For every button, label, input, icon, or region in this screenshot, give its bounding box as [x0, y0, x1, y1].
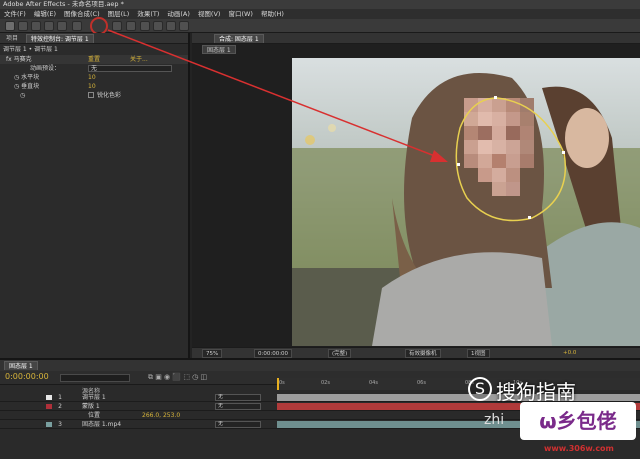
- playhead[interactable]: [277, 378, 279, 390]
- layer-mode-select[interactable]: 无: [215, 394, 261, 401]
- layer-color-label: [46, 404, 52, 409]
- layer-mode-select[interactable]: 无: [215, 421, 261, 428]
- timecode[interactable]: 0:00:00:00: [254, 349, 293, 358]
- layer-number: 1: [58, 394, 62, 401]
- layer-mode-select[interactable]: 无: [215, 403, 261, 410]
- tab-timeline[interactable]: 固态层 1: [4, 361, 38, 370]
- layer-number: 3: [58, 421, 62, 428]
- resolution-select[interactable]: (完整): [328, 349, 352, 358]
- layer-name[interactable]: 蒙版 1: [82, 402, 100, 411]
- ruler-tick: 0s: [279, 380, 285, 386]
- property-value[interactable]: 266.0, 253.0: [142, 411, 180, 420]
- layer-name[interactable]: 固态层 1.mp4: [82, 420, 121, 429]
- exposure-value[interactable]: +0.0: [560, 349, 579, 358]
- views-select[interactable]: 1视图: [467, 349, 490, 358]
- watermark-306w: zhi ω乡包佬 www.306w.com: [484, 398, 640, 459]
- watermark-url: www.306w.com: [544, 444, 614, 453]
- ruler-tick: 04s: [369, 380, 378, 386]
- layer-number: 2: [58, 403, 62, 410]
- layer-color-label: [46, 395, 52, 400]
- timeline-timecode[interactable]: 0:00:00:00: [5, 372, 49, 381]
- timeline-tabs: 固态层 1: [0, 360, 640, 371]
- layer-color-label: [46, 422, 52, 427]
- camera-select[interactable]: 有效摄像机: [405, 349, 441, 358]
- timeline-buttons-icon[interactable]: ⧉ ▣ ◉ ⬛ ⬚ ◷ ◫: [148, 373, 207, 382]
- watermark-logo: ω乡包佬: [520, 402, 636, 440]
- viewer-controls: 75% 0:00:00:00 (完整) 有效摄像机 1视图 +0.0: [192, 347, 640, 358]
- zoom-select[interactable]: 75%: [202, 349, 223, 358]
- property-name: 位置: [88, 412, 101, 419]
- ruler-tick: 06s: [417, 380, 426, 386]
- layer-name[interactable]: 调节层 1: [82, 393, 106, 402]
- ruler-tick: 02s: [321, 380, 330, 386]
- watermark-text: zhi: [484, 412, 505, 428]
- timeline-search[interactable]: [60, 374, 130, 382]
